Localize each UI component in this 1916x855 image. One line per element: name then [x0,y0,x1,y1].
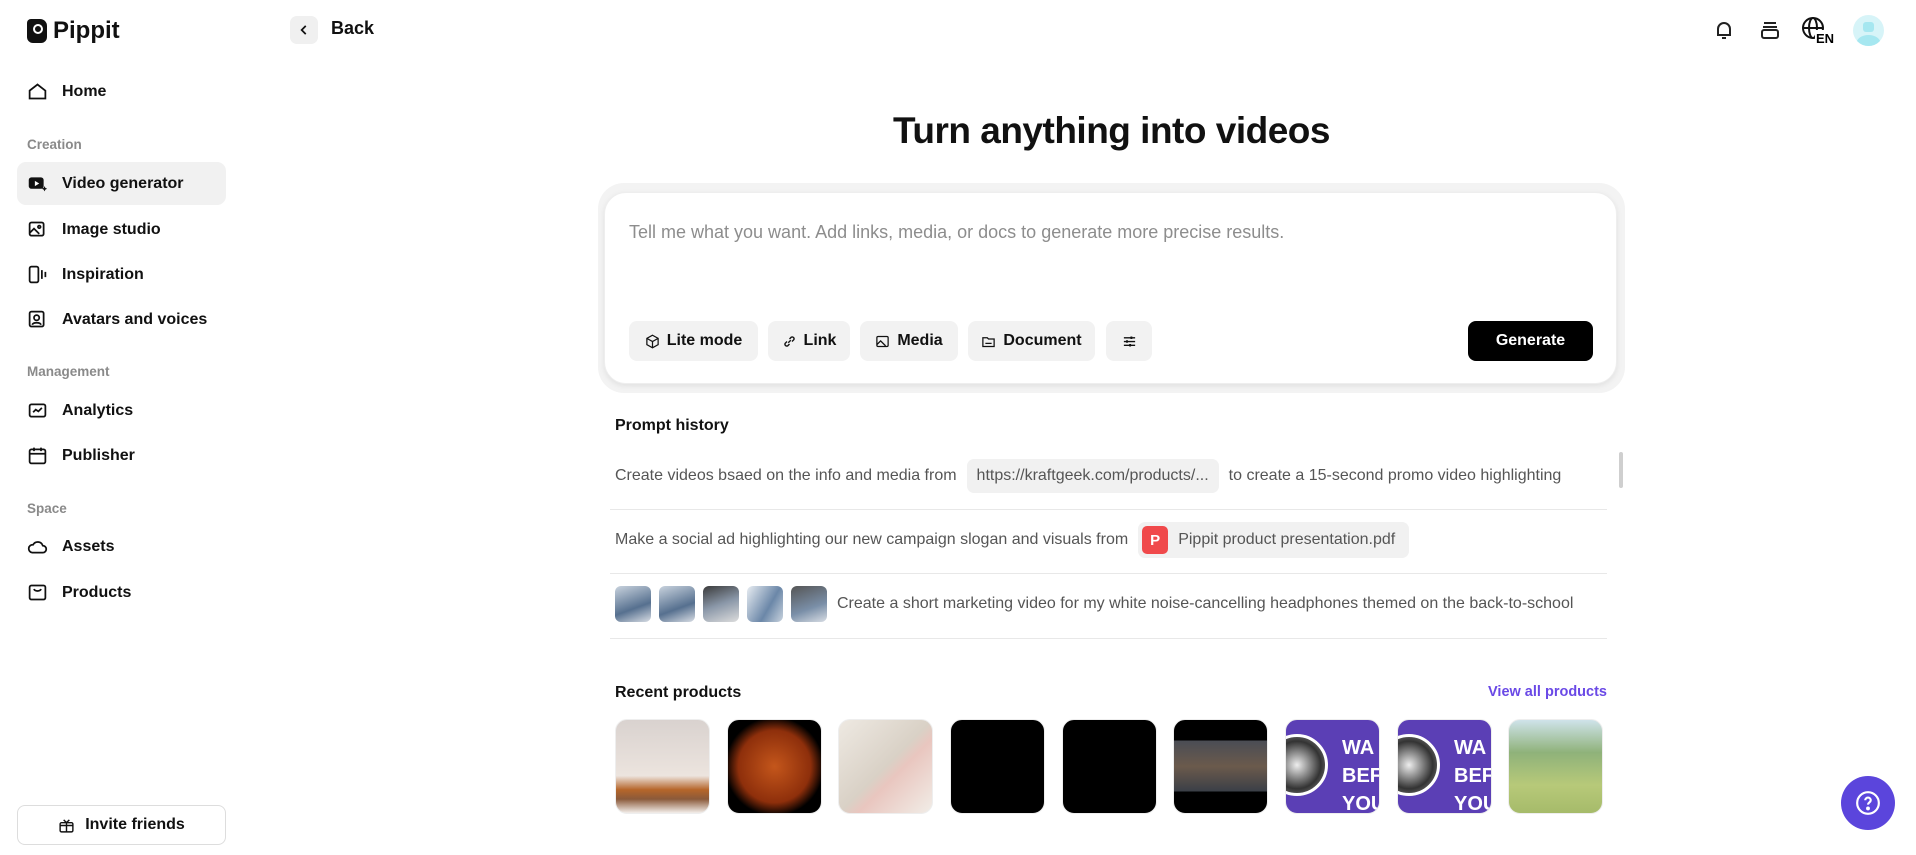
prompt-input[interactable]: Tell me what you want. Add links, media,… [629,222,1284,243]
scroll-fade [604,640,1617,678]
product-thumbnail[interactable] [1062,719,1157,814]
media-thumbnail [747,586,783,622]
product-thumbnail[interactable] [838,719,933,814]
image-studio-icon [28,221,45,237]
media-thumbnail [703,586,739,622]
divider [610,638,1607,639]
sidebar-item-inspiration[interactable]: Inspiration [17,253,226,296]
scrollbar[interactable] [1619,452,1623,488]
generate-button[interactable]: Generate [1468,321,1593,361]
recent-products-heading: Recent products [615,684,742,701]
lite-mode-button[interactable]: Lite mode [629,321,758,361]
history-row[interactable]: Create videos bsaed on the info and medi… [610,458,1607,494]
image-icon [876,335,890,347]
product-thumbnail[interactable] [950,719,1045,814]
pippit-logo[interactable]: Pippit [27,17,120,45]
help-button[interactable] [1841,776,1895,830]
user-avatar[interactable] [1853,15,1884,46]
logo-icon [27,19,47,43]
product-thumbnail[interactable] [615,719,710,814]
divider [610,509,1607,510]
bag-icon [28,584,47,601]
media-thumbnail [659,586,695,622]
sidebar-item-avatars-and-voices[interactable]: Avatars and voices [17,298,226,341]
sidebar-item-products[interactable]: Products [17,571,226,614]
cloud-icon [27,541,48,554]
media-button[interactable]: Media [860,321,958,361]
gift-icon [59,818,74,833]
notification-bell-icon[interactable] [1710,16,1738,44]
pdf-file-icon: P [1142,526,1169,554]
media-thumbnail [791,586,827,622]
avatar-icon [28,310,45,328]
section-management: Management [27,364,110,379]
language-globe-icon[interactable]: EN [1801,16,1837,44]
file-chip: P Pippit product presentation.pdf [1138,522,1410,558]
history-row[interactable]: Make a social ad highlighting our new ca… [610,522,1607,558]
history-row[interactable]: Create a short marketing video for my wh… [610,586,1607,622]
prompt-history-heading: Prompt history [615,417,729,434]
sliders-icon [1123,336,1135,346]
document-button[interactable]: Document [968,321,1095,361]
sidebar-item-assets[interactable]: Assets [17,525,226,568]
sidebar-item-home[interactable]: Home [17,70,226,113]
view-all-products-link[interactable]: View all products [1440,684,1607,700]
calendar-icon [28,447,47,465]
folder-icon [982,336,996,347]
section-creation: Creation [27,137,82,152]
invite-friends-button[interactable]: Invite friends [17,805,226,845]
product-thumbnail[interactable] [1173,719,1268,814]
svg-text:EN: EN [1816,31,1834,44]
back-label[interactable]: Back [331,18,374,39]
home-icon [28,83,47,100]
link-chip: https://kraftgeek.com/products/... [966,459,1219,493]
chevron-left-icon [300,25,307,35]
cube-icon [645,334,659,348]
inspiration-icon [28,265,47,284]
section-space: Space [27,501,67,516]
analytics-icon [28,403,47,418]
back-button[interactable] [290,16,318,44]
divider [610,573,1607,574]
product-thumbnail[interactable] [727,719,822,814]
media-thumbnail [615,586,651,622]
wallet-icon[interactable] [1756,16,1784,44]
sidebar-item-video-generator[interactable]: Video generator [17,162,226,205]
help-icon [1856,791,1880,815]
video-generator-icon [28,177,48,192]
settings-sliders-button[interactable] [1106,321,1152,361]
product-thumbnail[interactable]: WA BEF YOU [1397,719,1492,814]
sidebar-item-image-studio[interactable]: Image studio [17,208,226,251]
page-title: Turn anything into videos [893,110,1330,151]
product-thumbnail[interactable]: WA BEF YOU [1285,719,1380,814]
link-icon [783,335,795,347]
link-button[interactable]: Link [768,321,850,361]
sidebar-item-analytics[interactable]: Analytics [17,389,226,432]
product-thumbnail[interactable] [1508,719,1603,814]
sidebar-item-publisher[interactable]: Publisher [17,434,226,477]
